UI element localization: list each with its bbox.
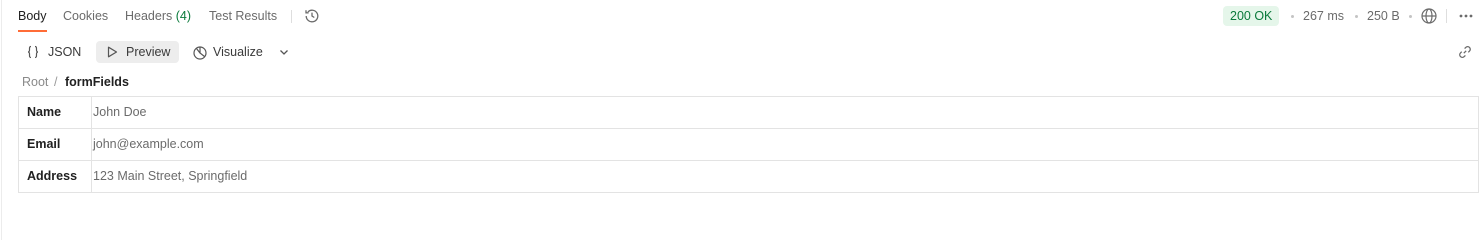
table-key: Name: [19, 97, 92, 128]
meta-dot: [1291, 15, 1294, 18]
preview-button[interactable]: Preview: [96, 41, 179, 63]
table-row: Name John Doe: [19, 97, 1478, 129]
json-label: JSON: [48, 45, 82, 59]
response-time[interactable]: 267 ms: [1303, 8, 1344, 24]
tab-divider: [291, 10, 292, 23]
table-row: Email john@example.com: [19, 129, 1478, 161]
preview-label: Preview: [126, 45, 171, 59]
preview-table: Name John Doe Email john@example.com Add…: [18, 96, 1479, 193]
visualize-label: Visualize: [213, 45, 263, 59]
panel-left-border: [1, 0, 2, 240]
meta-dot: [1355, 15, 1358, 18]
meta-divider: [1446, 9, 1447, 23]
visualize-button[interactable]: Visualize: [190, 41, 268, 63]
link-icon[interactable]: [1457, 44, 1473, 60]
meta-dot: [1409, 15, 1412, 18]
braces-icon: [27, 45, 39, 59]
table-key: Address: [19, 161, 92, 192]
tab-body[interactable]: Body: [18, 8, 47, 32]
history-icon[interactable]: [303, 7, 321, 25]
table-value: john@example.com: [93, 137, 204, 151]
breadcrumb-current: formFields: [65, 75, 129, 89]
json-view-button[interactable]: JSON: [22, 41, 86, 63]
table-key: Email: [19, 129, 92, 160]
status-badge[interactable]: 200 OK: [1223, 6, 1280, 26]
tab-test-results[interactable]: Test Results: [209, 8, 277, 32]
tab-cookies[interactable]: Cookies: [63, 8, 108, 32]
play-icon: [107, 46, 118, 58]
tab-headers[interactable]: Headers (4): [125, 8, 191, 32]
table-value: John Doe: [93, 105, 147, 119]
visualize-icon: [193, 46, 207, 60]
headers-count: (4): [175, 9, 192, 23]
response-size[interactable]: 250 B: [1367, 8, 1400, 24]
breadcrumb-root[interactable]: Root: [22, 74, 48, 90]
table-row: Address 123 Main Street, Springfield: [19, 161, 1478, 193]
more-options-icon[interactable]: [1458, 8, 1474, 24]
globe-icon[interactable]: [1420, 7, 1438, 25]
table-value: 123 Main Street, Springfield: [93, 169, 248, 183]
response-tabs: Body Cookies Headers (4) Test Results 20…: [0, 0, 1483, 32]
breadcrumb-separator: /: [54, 75, 58, 89]
chevron-down-icon[interactable]: [277, 45, 291, 59]
